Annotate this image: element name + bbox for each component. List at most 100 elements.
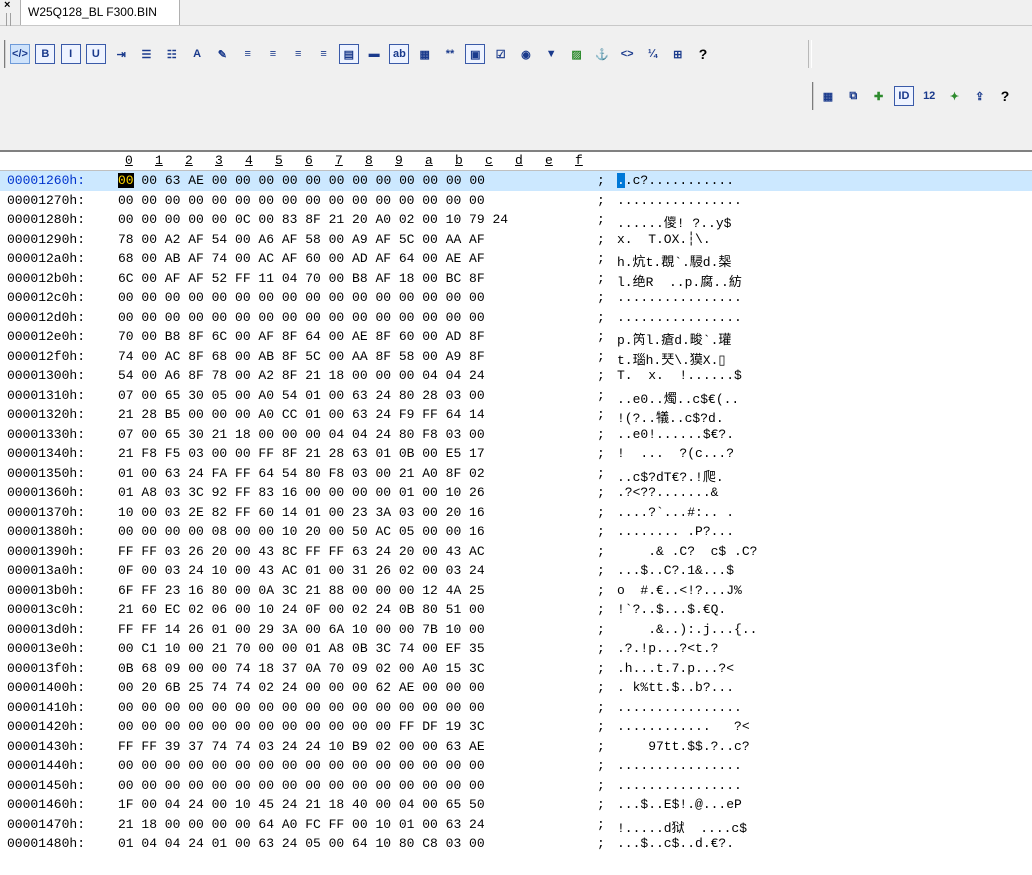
table-icon[interactable]: ⊞ [668,44,688,64]
row-ascii[interactable]: ................ [617,310,742,325]
row-bytes[interactable]: 21 60 EC 02 06 00 10 24 0F 00 02 24 0B 8… [118,602,485,617]
number-icon[interactable]: 12 [919,86,939,106]
row-ascii[interactable]: ..c$?dT€?.!爬. [617,466,724,485]
text-field-icon[interactable]: ab [389,44,410,64]
font-color-icon[interactable]: A [187,44,207,64]
hex-row[interactable]: 00001410h: 00 00 00 00 00 00 00 00 00 00 … [0,698,1032,718]
row-bytes[interactable]: 00 00 00 00 00 00 00 00 00 00 00 00 FF D… [118,719,485,734]
row-ascii[interactable]: . k%tt.$..b?... [617,680,734,695]
text-area-icon[interactable]: ▦ [415,44,435,64]
hex-row[interactable]: 00001450h: 00 00 00 00 00 00 00 00 00 00 … [0,776,1032,796]
row-bytes[interactable]: 0B 68 09 00 00 74 18 37 0A 70 09 02 00 A… [118,661,485,676]
byte-cell[interactable]: 00 [305,173,321,188]
row-bytes[interactable]: 00 00 00 00 00 00 00 00 00 00 00 00 00 0… [118,290,485,305]
hex-row[interactable]: 00001380h: 00 00 00 00 08 00 00 10 20 00 … [0,522,1032,542]
hex-row[interactable]: 00001390h: FF FF 03 26 20 00 43 8C FF FF … [0,542,1032,562]
row-bytes[interactable]: 00 00 00 00 00 00 00 00 00 00 00 00 00 0… [118,778,485,793]
row-bytes[interactable]: 07 00 65 30 05 00 A0 54 01 00 63 24 80 2… [118,388,485,403]
byte-cell[interactable]: 00 [329,173,345,188]
password-field-icon[interactable]: ** [440,44,460,64]
row-ascii[interactable]: !(?..犠..c$?d. [617,407,724,426]
row-bytes[interactable]: FF FF 14 26 01 00 29 3A 00 6A 10 00 00 7… [118,622,485,637]
row-bytes[interactable]: 10 00 03 2E 82 FF 60 14 01 00 23 3A 03 0… [118,505,485,520]
row-bytes[interactable]: 74 00 AC 8F 68 00 AB 8F 5C 00 AA 8F 58 0… [118,349,485,364]
row-ascii[interactable]: ..c?........... [617,173,734,188]
row-ascii[interactable]: ! ... ?(c...? [617,446,734,461]
row-bytes[interactable]: 68 00 AB AF 74 00 AC AF 60 00 AD AF 64 0… [118,251,485,266]
indent-icon[interactable]: ⇥ [111,44,131,64]
row-bytes[interactable]: 00 00 00 00 08 00 00 10 20 00 50 AC 05 0… [118,524,485,539]
row-ascii[interactable]: .& .C? c$ .C? [617,544,757,559]
row-ascii[interactable]: .h...t.7.p...?< [617,661,734,676]
hex-row[interactable]: 000013e0h: 00 C1 10 00 21 70 00 00 01 A8 … [0,639,1032,659]
hex-view[interactable]: 0 1 2 3 4 5 6 7 8 9 a b c d e f 00001260h: 00 00 63 AE 0… [0,150,1032,875]
hex-row[interactable]: 00001350h: 01 00 63 24 FA FF 64 54 80 F8 … [0,464,1032,485]
row-ascii[interactable]: ...$..C?.1&...$ [617,563,734,578]
tools-icon[interactable]: ✦ [944,86,964,106]
insert-icon[interactable]: ✚ [869,86,889,106]
align-left-icon[interactable]: ≡ [238,44,258,64]
byte-cell[interactable]: 00 [235,173,251,188]
row-ascii[interactable]: o #.€..<!?...J% [617,583,742,598]
row-bytes[interactable]: 01 04 04 24 01 00 63 24 05 00 64 10 80 C… [118,836,485,851]
row-bytes[interactable]: 0F 00 03 24 10 00 43 AC 01 00 31 26 02 0… [118,563,485,578]
row-bytes[interactable]: 21 28 B5 00 00 00 A0 CC 01 00 63 24 F9 F… [118,407,485,422]
hex-row[interactable]: 00001320h: 21 28 B5 00 00 00 A0 CC 01 00 … [0,405,1032,426]
hex-row[interactable]: 000012d0h: 00 00 00 00 00 00 00 00 00 00 … [0,308,1032,328]
row-bytes[interactable]: 21 18 00 00 00 00 64 A0 FC FF 00 10 01 0… [118,817,485,832]
hex-row[interactable]: 00001460h: 1F 00 04 24 00 10 45 24 21 18 … [0,795,1032,815]
byte-cell[interactable]: 00 [212,173,228,188]
hex-row[interactable]: 000012a0h: 68 00 AB AF 74 00 AC AF 60 00 … [0,249,1032,270]
byte-cell[interactable]: 00 [352,173,368,188]
checkbox-icon[interactable]: ☑ [491,44,511,64]
row-ascii[interactable]: ....?`...#:.. . [617,505,734,520]
hex-row[interactable]: 000013a0h: 0F 00 03 24 10 00 43 AC 01 00 … [0,561,1032,581]
hex-row[interactable]: 00001310h: 07 00 65 30 05 00 A0 54 01 00 … [0,386,1032,407]
row-bytes[interactable]: 1F 00 04 24 00 10 45 24 21 18 40 00 04 0… [118,797,485,812]
row-bytes[interactable]: 01 A8 03 3C 92 FF 83 16 00 00 00 00 01 0… [118,485,485,500]
row-ascii[interactable]: x. T.OX.┆\. [617,232,711,247]
row-ascii[interactable]: ................ [617,778,742,793]
row-ascii[interactable]: ................ [617,758,742,773]
row-ascii[interactable]: ................ [617,193,742,208]
byte-cell[interactable]: 00 [141,173,157,188]
byte-cell[interactable]: 00 [422,173,438,188]
numbered-list-icon[interactable]: ☷ [162,44,182,64]
row-ascii[interactable]: p.笍l.瘡d.畯`.瓘 [617,329,731,348]
row-bytes[interactable]: 00 00 63 AE 00 00 00 00 00 00 00 00 00 0… [118,173,485,188]
hex-row[interactable]: 00001360h: 01 A8 03 3C 92 FF 83 16 00 00 … [0,483,1032,503]
hex-row[interactable]: 00001400h: 00 20 6B 25 74 74 02 24 00 00 … [0,678,1032,698]
byte-cell[interactable]: 00 [399,173,415,188]
hex-row[interactable]: 000013d0h: FF FF 14 26 01 00 29 3A 00 6A … [0,620,1032,640]
row-bytes[interactable]: 21 F8 F5 03 00 00 FF 8F 21 28 63 01 0B 0… [118,446,485,461]
hex-row[interactable]: 00001260h: 00 00 63 AE 00 00 00 00 00 00 … [0,171,1032,191]
row-ascii[interactable]: t.瑙h.珡\.獏X.▯ [617,349,726,368]
row-bytes[interactable]: 78 00 A2 AF 54 00 A6 AF 58 00 A9 AF 5C 0… [118,232,485,247]
hex-row[interactable]: 000012f0h: 74 00 AC 8F 68 00 AB 8F 5C 00 … [0,347,1032,368]
table-grid-icon[interactable]: ▦ [818,86,838,106]
row-bytes[interactable]: 00 00 00 00 00 00 00 00 00 00 00 00 00 0… [118,310,485,325]
row-bytes[interactable]: 00 00 00 00 00 00 00 00 00 00 00 00 00 0… [118,758,485,773]
copy-icon[interactable]: ⧉ [843,86,863,106]
row-bytes[interactable]: 00 00 00 00 00 0C 00 83 8F 21 20 A0 02 0… [118,212,508,227]
row-bytes[interactable]: FF FF 03 26 20 00 43 8C FF FF 63 24 20 0… [118,544,485,559]
row-bytes[interactable]: 54 00 A6 8F 78 00 A2 8F 21 18 00 00 00 0… [118,368,485,383]
row-ascii[interactable]: ................ [617,290,742,305]
radio-icon[interactable]: ◉ [516,44,536,64]
anchor-icon[interactable]: ⚓ [592,44,612,64]
byte-cell[interactable]: 63 [165,173,181,188]
row-ascii[interactable]: .?.!p...?<t.? [617,641,718,656]
row-bytes[interactable]: 70 00 B8 8F 6C 00 AF 8F 64 00 AE 8F 60 0… [118,329,485,344]
row-bytes[interactable]: 07 00 65 30 21 18 00 00 00 04 04 24 80 F… [118,427,485,442]
italic-icon[interactable]: I [60,44,81,64]
form-icon[interactable]: ▤ [338,44,359,64]
hex-row[interactable]: 000013b0h: 6F FF 23 16 80 00 0A 3C 21 88 … [0,581,1032,601]
hex-row[interactable]: 00001370h: 10 00 03 2E 82 FF 60 14 01 00 … [0,503,1032,523]
hex-row[interactable]: 00001480h: 01 04 04 24 01 00 63 24 05 00 … [0,834,1032,854]
hex-row[interactable]: 000013c0h: 21 60 EC 02 06 00 10 24 0F 00 … [0,600,1032,620]
help-icon[interactable]: ? [693,44,713,64]
row-bytes[interactable]: 00 C1 10 00 21 70 00 00 01 A8 0B 3C 74 0… [118,641,485,656]
tab-file[interactable]: W25Q128_BL F300.BIN [20,0,180,25]
align-right-icon[interactable]: ≡ [288,44,308,64]
row-ascii[interactable]: ...$..c$..d.€?. [617,836,734,851]
